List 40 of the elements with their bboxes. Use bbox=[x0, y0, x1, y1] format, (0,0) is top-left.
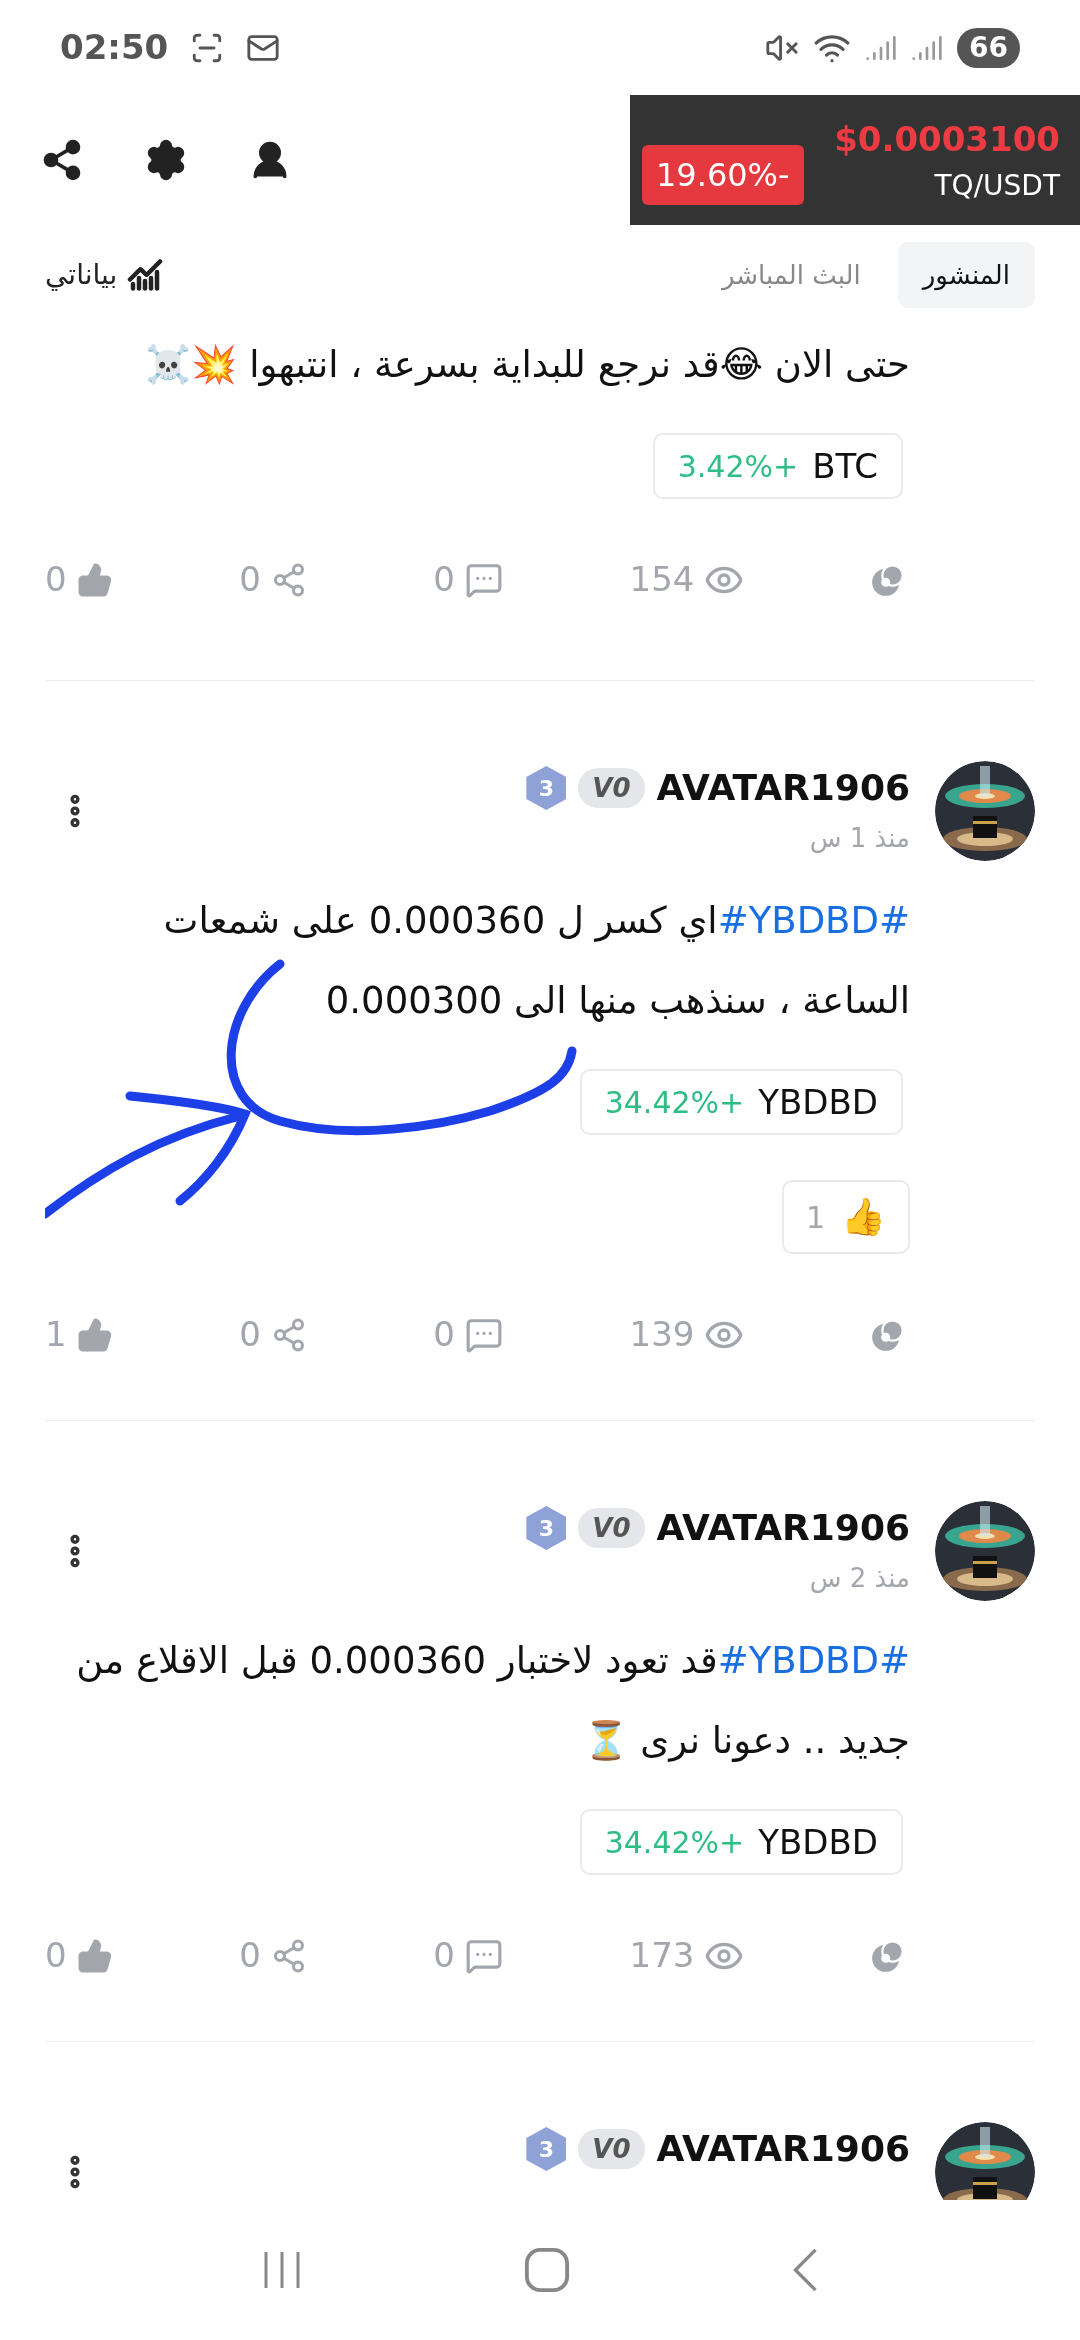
comment-count: 0 bbox=[433, 558, 455, 601]
username: AVATAR1906 bbox=[656, 2127, 910, 2171]
comment-count: 0 bbox=[433, 1313, 455, 1356]
share-count: 0 bbox=[239, 1934, 261, 1977]
view-count: 173 bbox=[629, 1934, 695, 1977]
thumbs-up-icon[interactable] bbox=[76, 1316, 113, 1353]
change-badge: 19.60%- bbox=[642, 145, 804, 205]
username: AVATAR1906 bbox=[656, 1506, 910, 1550]
vip-badge: V0 bbox=[578, 2129, 645, 2169]
thumbs-up-icon[interactable] bbox=[76, 1937, 113, 1974]
tab[interactable]: المنشور bbox=[897, 242, 1035, 308]
token-chip[interactable]: 3.42%+ BTC bbox=[652, 433, 903, 499]
view-count: 139 bbox=[629, 1313, 695, 1356]
battery-level: 66 bbox=[957, 27, 1020, 68]
like-count: 0 bbox=[45, 558, 67, 601]
vip-badge: V0 bbox=[578, 1508, 645, 1548]
ticker-price: $0.0003100 bbox=[834, 117, 1060, 161]
tab[interactable]: البث المباشر bbox=[696, 242, 886, 308]
home-icon[interactable] bbox=[524, 2247, 570, 2293]
comment-count: 0 bbox=[433, 1934, 455, 1977]
level-badge: 3 bbox=[526, 766, 567, 810]
username: AVATAR1906 bbox=[656, 766, 910, 810]
like-count: 0 bbox=[45, 1934, 67, 1977]
vip-badge: V0 bbox=[578, 768, 645, 808]
token-chip[interactable]: 34.42%+ YBDBD bbox=[579, 1809, 903, 1875]
post-time: منذ 2 س bbox=[809, 1562, 910, 1595]
level-badge: 3 bbox=[526, 1506, 567, 1550]
share-count: 0 bbox=[239, 558, 261, 601]
like-count: 1 bbox=[45, 1313, 67, 1356]
thumbs-up-icon[interactable] bbox=[76, 561, 113, 598]
my-data-link[interactable]: بياناتي bbox=[45, 254, 164, 296]
view-count: 154 bbox=[629, 558, 695, 601]
status-time: 02:50 bbox=[60, 26, 169, 69]
ticker-pair: TQ/USDT bbox=[934, 167, 1060, 204]
post-time: منذ 1 س bbox=[809, 822, 910, 855]
post-text: حتى الان 😂قد نرجع للبداية بسرعة ، انتبهوا 💥☠ bbox=[144, 342, 910, 388]
token-chip[interactable]: 34.42%+ YBDBD bbox=[579, 1069, 903, 1135]
chart-icon bbox=[127, 257, 164, 293]
share-count: 0 bbox=[239, 1313, 261, 1356]
level-badge: 3 bbox=[526, 2127, 567, 2171]
